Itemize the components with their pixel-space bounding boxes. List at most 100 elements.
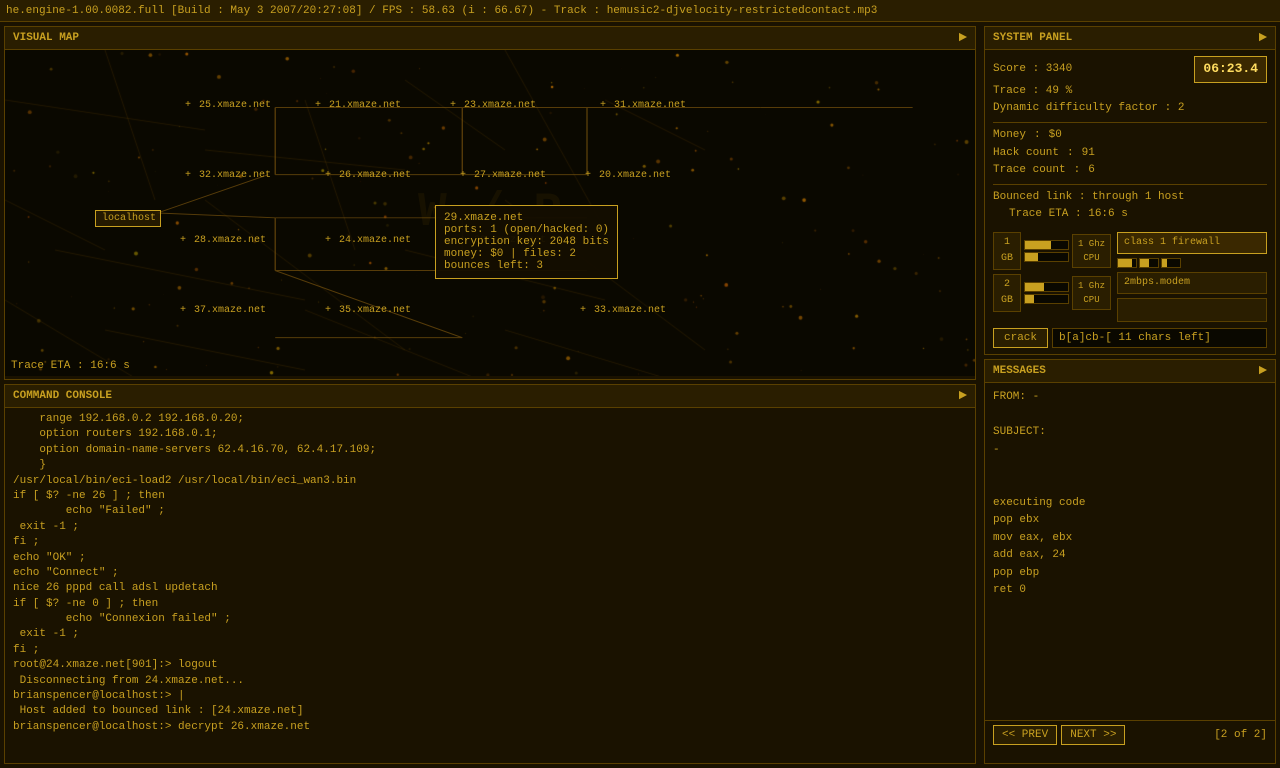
visual-map-header: VISUAL MAP ► [5, 27, 975, 50]
node-27[interactable]: 27.xmaze.net [460, 170, 546, 181]
node-24-label: 24.xmaze.net [339, 235, 411, 246]
msg-content: FROM: - SUBJECT: - executing code pop eb… [985, 383, 1275, 720]
hw-bar-3 [1024, 282, 1069, 292]
msg-counter: [2 of 2] [1214, 729, 1267, 741]
prev-button[interactable]: << PREV [993, 725, 1057, 745]
node-21-label: 21.xmaze.net [329, 100, 401, 111]
console-line: /usr/local/bin/eci-load2 /usr/local/bin/… [13, 474, 967, 489]
node-27-label: 27.xmaze.net [474, 170, 546, 181]
msg-subject-label: SUBJECT: [993, 424, 1267, 442]
hw-row-1: 1GB 1 GhzCPU [993, 232, 1111, 270]
node-24[interactable]: 24.xmaze.net [325, 235, 411, 246]
next-button[interactable]: NEXT >> [1061, 725, 1125, 745]
console-line: if [ $? -ne 0 ] ; then [13, 597, 967, 612]
money-value: $0 [1049, 127, 1062, 145]
node-33[interactable]: 33.xmaze.net [580, 305, 666, 316]
hw-ram2-group: 2GB [993, 274, 1021, 312]
visual-map-icon: ► [959, 30, 967, 46]
console-line: Host added to bounced link : [24.xmaze.n… [13, 704, 967, 719]
trace-count-label: Trace count [993, 162, 1066, 180]
hw-fw-bar1 [1117, 258, 1137, 268]
console-header: COMMAND CONSOLE ► [5, 385, 975, 408]
crack-row: crack [993, 328, 1267, 348]
console-line: } [13, 458, 967, 473]
hw-firewall-bars [1117, 258, 1267, 268]
messages-panel: MESSAGES ► FROM: - SUBJECT: - executing … [984, 359, 1276, 764]
console-line: echo "Failed" ; [13, 504, 967, 519]
node-35-label: 35.xmaze.net [339, 305, 411, 316]
node-21[interactable]: 21.xmaze.net [315, 100, 401, 111]
tooltip-ports: ports: 1 (open/hacked: 0) [444, 224, 609, 236]
console-content[interactable]: range 192.168.0.2 192.168.0.20; option r… [5, 408, 975, 760]
money-colon: : [1034, 127, 1041, 145]
hw-right: class 1 firewall 2mbps.modem [1117, 232, 1267, 322]
messages-title: MESSAGES [993, 365, 1046, 377]
bounced-link: Bounced link : through 1 host [993, 189, 1267, 207]
code-line: pop ebp [993, 565, 1267, 583]
node-26-label: 26.xmaze.net [339, 170, 411, 181]
messages-header: MESSAGES ► [985, 360, 1275, 383]
system-panel: SYSTEM PANEL ► Score : 3340 06:23.4 Trac… [984, 26, 1276, 355]
console-line: if [ $? -ne 26 ] ; then [13, 489, 967, 504]
sys-content: Score : 3340 06:23.4 Trace : 49 % Dynami… [985, 50, 1275, 354]
node-32-label: 32.xmaze.net [199, 170, 271, 181]
sys-trace-eta: Trace ETA : 16:6 s [993, 206, 1267, 224]
console-title: COMMAND CONSOLE [13, 390, 112, 402]
system-panel-header: SYSTEM PANEL ► [985, 27, 1275, 50]
hw-left: 1GB 1 GhzCPU 2GB [993, 232, 1111, 322]
hw-fw-bar2 [1139, 258, 1159, 268]
console-line: option domain-name-servers 62.4.16.70, 6… [13, 443, 967, 458]
score-row: Score : 3340 06:23.4 [993, 56, 1267, 83]
node-28-label: 28.xmaze.net [194, 235, 266, 246]
crack-input[interactable] [1052, 328, 1267, 348]
map-content[interactable]: 25.xmaze.net 21.xmaze.net 23.xmaze.net 3… [5, 50, 975, 376]
hw-cpu1: 1 GhzCPU [1072, 234, 1111, 269]
hack-count-value: 91 [1082, 145, 1095, 163]
node-20[interactable]: 20.xmaze.net [585, 170, 671, 181]
node-32[interactable]: 32.xmaze.net [185, 170, 271, 181]
hack-count-colon: : [1067, 145, 1074, 163]
console-line: fi ; [13, 643, 967, 658]
crack-button[interactable]: crack [993, 328, 1048, 348]
console-line: fi ; [13, 535, 967, 550]
tooltip-encryption: encryption key: 2048 bits [444, 236, 609, 248]
console-line: brianspencer@localhost:> | [13, 689, 967, 704]
sys-divider-1 [993, 122, 1267, 123]
node-31[interactable]: 31.xmaze.net [600, 100, 686, 111]
hw-ram2: 2GB [993, 274, 1021, 312]
node-26[interactable]: 26.xmaze.net [325, 170, 411, 181]
node-23[interactable]: 23.xmaze.net [450, 100, 536, 111]
msg-nav: << PREV NEXT >> [2 of 2] [985, 720, 1275, 749]
title-bar: he.engine-1.00.0082.full [Build : May 3 … [0, 0, 1280, 22]
code-line: ret 0 [993, 582, 1267, 600]
node-20-label: 20.xmaze.net [599, 170, 671, 181]
messages-icon: ► [1259, 363, 1267, 379]
hw-bar-2 [1024, 252, 1069, 262]
tooltip-bounces: bounces left: 3 [444, 260, 609, 272]
console-line: nice 26 pppd call adsl updetach [13, 581, 967, 596]
node-35[interactable]: 35.xmaze.net [325, 305, 411, 316]
tooltip-money: money: $0 | files: 2 [444, 248, 609, 260]
hardware-section: 1GB 1 GhzCPU 2GB [993, 232, 1267, 322]
hw-modem: 2mbps.modem [1117, 272, 1267, 294]
node-localhost-label: localhost [102, 213, 156, 224]
console-line: exit -1 ; [13, 627, 967, 642]
title-text: he.engine-1.00.0082.full [Build : May 3 … [6, 5, 877, 17]
node-25[interactable]: 25.xmaze.net [185, 100, 271, 111]
node-37[interactable]: 37.xmaze.net [180, 305, 266, 316]
node-localhost[interactable]: localhost [95, 210, 161, 227]
msg-code-label: executing code [993, 495, 1267, 513]
node-28[interactable]: 28.xmaze.net [180, 235, 266, 246]
console-line: exit -1 ; [13, 520, 967, 535]
node-23-label: 23.xmaze.net [464, 100, 536, 111]
hack-count-label: Hack count [993, 145, 1059, 163]
sys-divider-2 [993, 184, 1267, 185]
node-37-label: 37.xmaze.net [194, 305, 266, 316]
system-panel-title: SYSTEM PANEL [993, 32, 1072, 44]
money-label: Money [993, 127, 1026, 145]
trace-count-value: 6 [1088, 162, 1095, 180]
node-33-label: 33.xmaze.net [594, 305, 666, 316]
console-line: root@24.xmaze.net[901]:> logout [13, 658, 967, 673]
code-line: mov eax, ebx [993, 530, 1267, 548]
map-trace-eta: Trace ETA : 16:6 s [11, 360, 130, 372]
